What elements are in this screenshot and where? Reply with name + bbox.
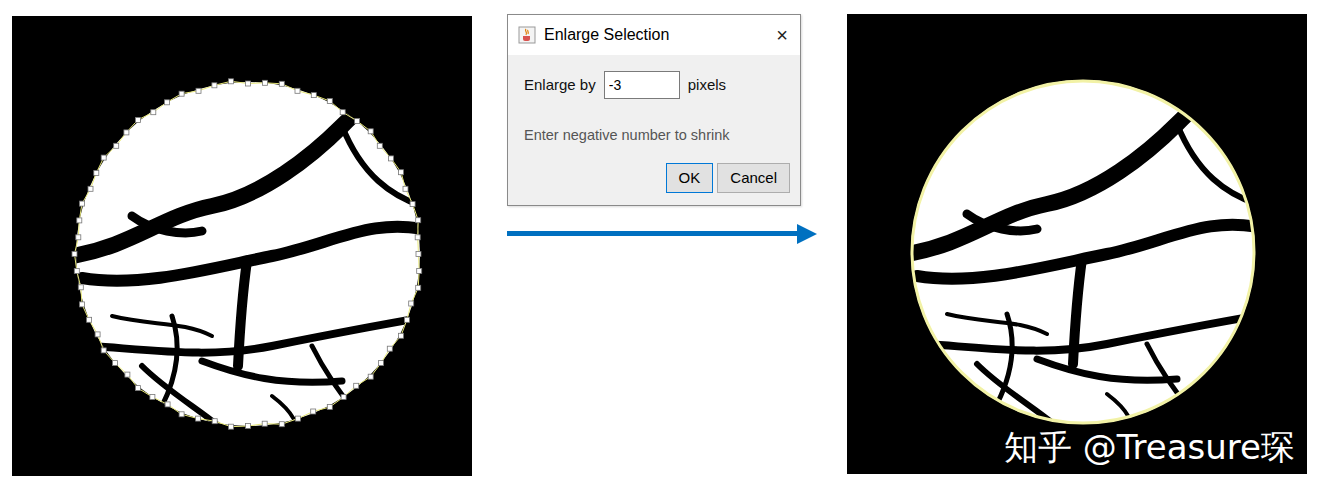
rock-image-icon — [847, 14, 1307, 474]
rock-image-icon — [12, 16, 472, 476]
arrowhead-icon — [797, 224, 817, 244]
java-icon — [518, 26, 536, 44]
unit-label: pixels — [688, 74, 726, 97]
ok-button[interactable]: OK — [666, 163, 714, 193]
hint-text: Enter negative number to shrink — [524, 125, 790, 147]
watermark: 知乎 @Treasure琛 — [1004, 427, 1295, 468]
cancel-button[interactable]: Cancel — [717, 163, 790, 193]
dialog-titlebar[interactable]: Enlarge Selection × — [508, 15, 800, 55]
field-label: Enlarge by — [524, 74, 596, 97]
dialog-title: Enlarge Selection — [544, 23, 764, 47]
selection-outline[interactable] — [72, 79, 422, 429]
arrow-icon — [507, 224, 817, 244]
enlarge-input[interactable] — [604, 71, 680, 99]
binary-image — [12, 16, 472, 476]
dialog-body: Enlarge by pixels Enter negative number to… — [508, 55, 800, 205]
close-button[interactable]: × — [772, 25, 792, 45]
middle-column: Enlarge Selection × Enlarge by pixels Enter … — [507, 14, 817, 244]
arrow-line — [507, 231, 797, 236]
button-row: OKCancel — [524, 163, 790, 193]
selection-outline[interactable] — [912, 81, 1254, 423]
enlarge-row: Enlarge by pixels — [524, 71, 790, 99]
binary-image: 知乎 @Treasure琛 — [847, 14, 1307, 474]
enlarge-dialog: Enlarge Selection × Enlarge by pixels Enter … — [507, 14, 801, 206]
